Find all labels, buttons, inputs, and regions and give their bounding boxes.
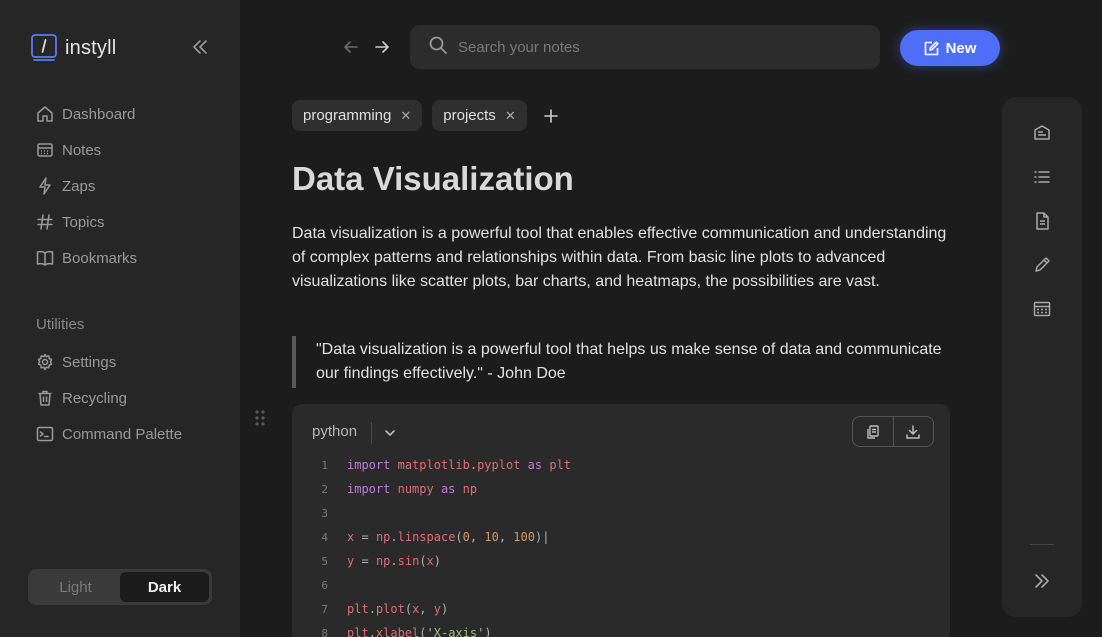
line-number: 5 (321, 554, 328, 568)
tag-label: projects (443, 107, 496, 124)
code-actions (852, 416, 934, 447)
sidebar: instyll Dashboard Notes Zaps Topics Book… (0, 0, 240, 637)
theme-dark-option[interactable]: Dark (120, 572, 209, 602)
code-line: 5 y = np.sin(x) (292, 549, 950, 573)
toolbar-divider (1030, 544, 1054, 545)
code-text: x = np.linspace(0, 10, 100)| (347, 530, 550, 544)
gear-icon (36, 353, 54, 371)
sidebar-item-label: Notes (62, 141, 102, 159)
new-button-label: New (945, 39, 977, 57)
forward-arrow-icon[interactable] (373, 38, 391, 56)
logo-icon (31, 34, 57, 62)
code-block[interactable]: python 1 import matplotlib.pyplot as plt… (292, 404, 950, 637)
line-number: 8 (321, 626, 328, 637)
main-nav: Dashboard Notes Zaps Topics Bookmarks (36, 96, 226, 276)
line-number: 4 (321, 530, 328, 544)
drag-handle-icon[interactable] (254, 409, 266, 427)
home-icon (36, 105, 54, 123)
expand-icon[interactable] (1032, 571, 1052, 591)
document-icon[interactable] (1032, 211, 1052, 231)
collapse-sidebar-icon[interactable] (190, 37, 210, 57)
sidebar-item-recycling[interactable]: Recycling (36, 380, 226, 416)
edit-icon (924, 40, 939, 55)
utilities-heading: Utilities (36, 316, 85, 333)
sidebar-item-label: Settings (62, 353, 117, 371)
sidebar-item-settings[interactable]: Settings (36, 344, 226, 380)
theme-light-option[interactable]: Light (31, 572, 120, 602)
search-input[interactable] (458, 38, 858, 56)
new-note-button[interactable]: New (900, 30, 1000, 66)
copy-code-button[interactable] (853, 417, 893, 446)
outline-icon[interactable] (1032, 123, 1052, 143)
code-text: y = np.sin(x) (347, 554, 442, 568)
code-line: 7 plt.plot(x, y) (292, 597, 950, 621)
code-line: 3 (292, 501, 950, 525)
sidebar-item-label: Bookmarks (62, 249, 138, 267)
lightning-icon (36, 177, 54, 195)
sidebar-item-label: Command Palette (62, 425, 183, 443)
code-text: plt.xlabel('X-axis') (347, 626, 492, 637)
sidebar-item-command-palette[interactable]: Command Palette (36, 416, 226, 452)
sidebar-item-label: Dashboard (62, 105, 136, 123)
tag-list: programming ✕ projects ✕ (292, 100, 561, 131)
list-icon[interactable] (1032, 167, 1052, 187)
add-tag-icon[interactable] (541, 106, 561, 126)
brand-name: instyll (65, 36, 117, 59)
code-text: import numpy as np (347, 482, 478, 496)
line-number: 2 (321, 482, 328, 496)
tag-chip[interactable]: programming ✕ (292, 100, 423, 131)
theme-toggle: Light Dark (28, 569, 212, 605)
chevron-down-icon[interactable] (382, 425, 398, 441)
sidebar-item-topics[interactable]: Topics (36, 204, 226, 240)
sidebar-item-zaps[interactable]: Zaps (36, 168, 226, 204)
search-bar (410, 25, 880, 69)
right-toolbar (1002, 97, 1082, 617)
search-icon (428, 35, 448, 60)
sidebar-item-notes[interactable]: Notes (36, 132, 226, 168)
pencil-icon[interactable] (1032, 255, 1052, 275)
code-line: 1 import matplotlib.pyplot as plt (292, 453, 950, 477)
note-title[interactable]: Data Visualization (292, 160, 574, 198)
terminal-icon (36, 425, 54, 443)
remove-tag-icon[interactable]: ✕ (505, 108, 516, 124)
notes-icon (36, 141, 54, 159)
download-icon (906, 424, 920, 439)
code-editor[interactable]: 1 import matplotlib.pyplot as plt 2 impo… (292, 453, 950, 637)
code-language: python (312, 423, 358, 440)
code-line: 8 plt.xlabel('X-axis') (292, 621, 950, 637)
sidebar-item-label: Topics (62, 213, 105, 231)
hash-icon (36, 213, 54, 231)
brand[interactable]: instyll (31, 34, 116, 62)
back-arrow-icon[interactable] (342, 38, 360, 56)
line-number: 1 (321, 458, 328, 472)
code-line: 4 x = np.linspace(0, 10, 100)| (292, 525, 950, 549)
sidebar-item-dashboard[interactable]: Dashboard (36, 96, 226, 132)
language-divider (371, 422, 372, 444)
code-text: plt.plot(x, y) (347, 602, 449, 616)
tag-label: programming (303, 107, 392, 124)
book-icon (36, 249, 54, 267)
note-paragraph[interactable]: Data visualization is a powerful tool th… (292, 222, 952, 294)
code-text: import matplotlib.pyplot as plt (347, 458, 572, 472)
utilities-nav: Settings Recycling Command Palette (36, 344, 226, 452)
line-number: 7 (321, 602, 328, 616)
trash-icon (36, 389, 54, 407)
remove-tag-icon[interactable]: ✕ (400, 108, 411, 124)
tag-chip[interactable]: projects ✕ (432, 100, 527, 131)
download-code-button[interactable] (892, 417, 934, 446)
line-number: 3 (321, 506, 328, 520)
copy-icon (867, 424, 879, 439)
table-icon[interactable] (1032, 299, 1052, 319)
sidebar-item-bookmarks[interactable]: Bookmarks (36, 240, 226, 276)
line-number: 6 (321, 578, 328, 592)
note-quote[interactable]: "Data visualization is a powerful tool t… (292, 336, 952, 388)
sidebar-item-label: Recycling (62, 389, 128, 407)
sidebar-item-label: Zaps (62, 177, 96, 195)
code-line: 6 (292, 573, 950, 597)
code-line: 2 import numpy as np (292, 477, 950, 501)
